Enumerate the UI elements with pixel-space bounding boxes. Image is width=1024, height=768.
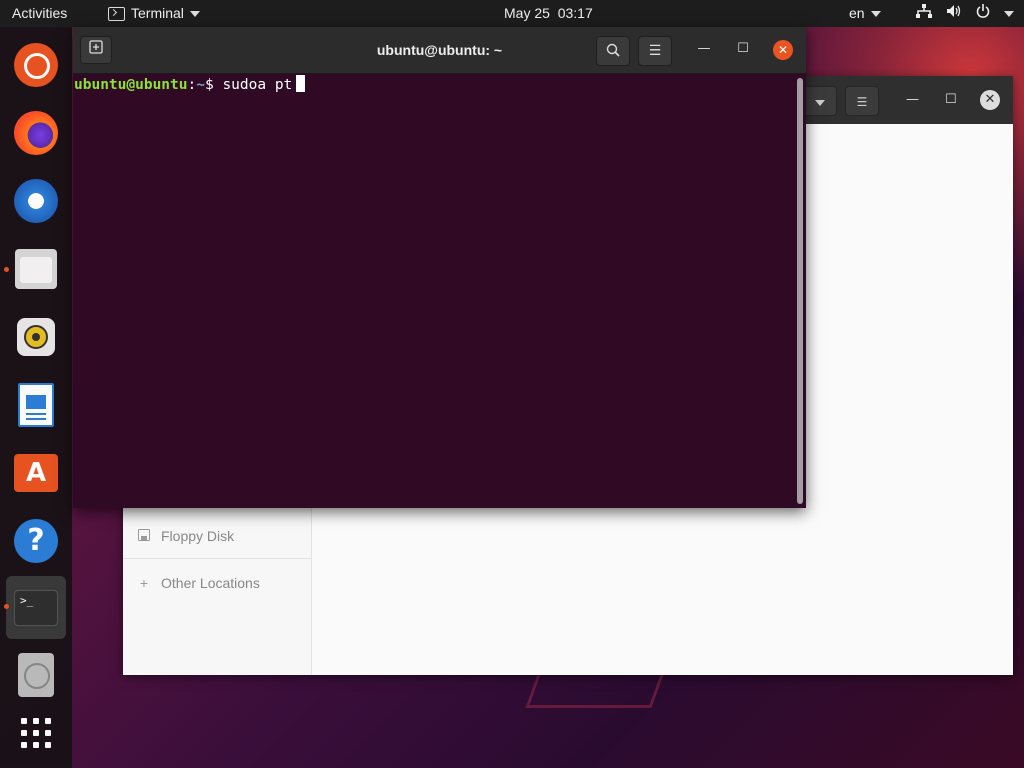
search-button[interactable] <box>596 36 630 66</box>
files-minimize-button[interactable]: — <box>906 92 919 107</box>
prompt-line: ubuntu@ubuntu:~$ sudoa pt <box>74 75 306 93</box>
terminal-menu-button[interactable]: ☰ <box>638 36 672 66</box>
maximize-icon: ☐ <box>945 92 957 107</box>
top-bar: Activities Terminal May 25 03:17 en <box>0 0 1024 27</box>
close-icon: ✕ <box>984 92 996 107</box>
show-applications-button[interactable] <box>6 703 66 763</box>
chevron-down-icon <box>1004 10 1014 17</box>
scrollbar[interactable] <box>797 78 803 504</box>
minimize-icon: — <box>697 41 711 56</box>
volume-icon <box>946 0 962 27</box>
running-indicator <box>4 267 9 272</box>
sidebar-item-other-locations[interactable]: + Other Locations <box>123 563 311 603</box>
plus-icon: + <box>139 575 149 591</box>
close-icon: ✕ <box>777 43 789 57</box>
activities-button[interactable]: Activities <box>12 0 67 27</box>
ubuntu-icon <box>14 43 58 87</box>
files-menu-button[interactable]: ☰ <box>845 86 879 116</box>
app-menu[interactable]: Terminal <box>108 0 200 27</box>
dock-ubuntu[interactable] <box>6 35 66 95</box>
sidebar-item-label: Other Locations <box>161 575 260 591</box>
dock-terminal[interactable]: >_ <box>4 576 66 639</box>
terminal-small-icon <box>108 6 125 21</box>
language-label: en <box>849 5 865 21</box>
prompt-symbol: $ <box>204 77 223 93</box>
terminal-icon: >_ <box>14 589 58 626</box>
new-tab-icon <box>89 40 103 58</box>
show-applications-icon <box>21 718 51 748</box>
chevron-down-icon <box>870 10 881 17</box>
view-options-button[interactable] <box>803 86 837 116</box>
dock-optical-drive[interactable] <box>6 645 66 705</box>
running-indicator <box>4 604 9 609</box>
dock-firefox[interactable] <box>6 103 66 163</box>
dock-software[interactable]: A <box>6 443 66 503</box>
language-menu[interactable]: en <box>849 0 881 27</box>
dock-thunderbird[interactable] <box>6 171 66 231</box>
app-menu-label: Terminal <box>131 5 184 21</box>
system-menu[interactable] <box>916 0 1014 27</box>
new-tab-button[interactable] <box>80 36 112 64</box>
terminal-minimize-button[interactable]: — <box>694 41 714 56</box>
prompt-path: ~ <box>196 77 205 93</box>
search-icon <box>606 43 620 59</box>
terminal-headerbar: ubuntu@ubuntu: ~ ☰ — ☐ ✕ <box>73 27 806 74</box>
hamburger-icon: ☰ <box>648 43 662 59</box>
terminal-output[interactable]: ubuntu@ubuntu:~$ sudoa pt <box>73 74 806 508</box>
rhythmbox-icon <box>17 318 55 356</box>
chevron-down-icon <box>189 10 200 17</box>
terminal-close-button[interactable]: ✕ <box>773 40 793 60</box>
network-icon <box>916 0 932 27</box>
dock-writer[interactable] <box>6 375 66 435</box>
thunderbird-icon <box>14 179 58 223</box>
optical-drive-icon <box>18 653 54 697</box>
floppy-icon <box>137 516 151 556</box>
dock-help[interactable]: ? <box>6 511 66 571</box>
firefox-icon <box>14 111 58 155</box>
dock-rhythmbox[interactable] <box>6 307 66 367</box>
files-icon <box>15 249 57 289</box>
dock-files[interactable] <box>4 239 66 299</box>
power-icon <box>976 0 990 27</box>
files-close-button[interactable]: ✕ <box>980 90 1000 110</box>
files-maximize-button[interactable]: ☐ <box>945 92 957 107</box>
dock: A ? >_ <box>0 27 72 768</box>
maximize-icon: ☐ <box>737 41 749 56</box>
ubuntu-software-icon: A <box>14 454 58 492</box>
libreoffice-writer-icon <box>18 383 54 427</box>
minimize-icon: — <box>906 92 919 107</box>
hamburger-icon: ☰ <box>856 95 868 109</box>
prompt-user: ubuntu@ubuntu <box>74 77 188 93</box>
sidebar-item-floppy-disk[interactable]: Floppy Disk <box>123 516 311 556</box>
clock[interactable]: May 25 03:17 <box>504 0 593 27</box>
sidebar-divider <box>123 558 311 559</box>
typed-command: sudoa pt <box>222 77 293 93</box>
terminal-maximize-button[interactable]: ☐ <box>733 41 753 56</box>
prompt-separator: : <box>187 77 197 93</box>
terminal-window: ubuntu@ubuntu: ~ ☰ — ☐ ✕ ubuntu@ubuntu:~… <box>73 27 806 508</box>
chevron-down-icon <box>815 100 825 106</box>
help-icon: ? <box>14 519 58 563</box>
text-cursor <box>296 75 306 92</box>
sidebar-item-label: Floppy Disk <box>161 528 235 544</box>
